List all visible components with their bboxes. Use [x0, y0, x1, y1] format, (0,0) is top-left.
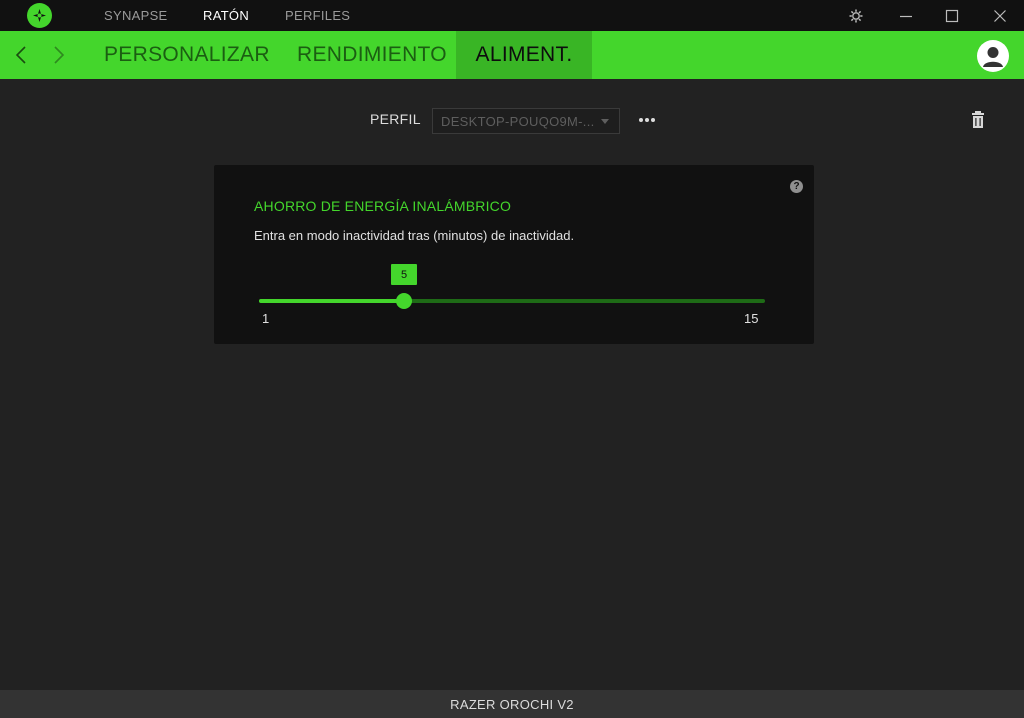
inactivity-slider[interactable]: 5	[259, 264, 765, 309]
forward-arrow-icon[interactable]	[47, 31, 71, 79]
razer-logo-icon[interactable]	[27, 3, 52, 28]
wireless-power-saving-card: ? AHORRO DE ENERGÍA INALÁMBRICO Entra en…	[214, 165, 814, 344]
profile-label: PERFIL	[370, 111, 421, 127]
user-avatar-icon[interactable]	[977, 40, 1009, 72]
profile-selected-value: DESKTOP-POUQO9M-...	[441, 113, 595, 129]
tab-aliment[interactable]: ALIMENT.	[456, 31, 592, 79]
nav-synapse[interactable]: SYNAPSE	[104, 0, 168, 31]
slider-max-label: 15	[744, 311, 759, 326]
card-title: AHORRO DE ENERGÍA INALÁMBRICO	[254, 198, 512, 214]
device-footer: RAZER OROCHI V2	[0, 690, 1024, 718]
slider-min-label: 1	[262, 311, 270, 326]
slider-handle[interactable]	[396, 293, 412, 309]
close-icon[interactable]	[980, 0, 1020, 31]
title-bar: SYNAPSE RATÓN PERFILES	[0, 0, 1024, 31]
trash-icon[interactable]	[970, 110, 986, 130]
profile-dropdown[interactable]: DESKTOP-POUQO9M-...	[432, 108, 620, 134]
slider-fill	[259, 299, 404, 303]
help-icon[interactable]: ?	[790, 180, 803, 193]
nav-perfiles[interactable]: PERFILES	[285, 0, 350, 31]
slider-value-tooltip: 5	[391, 264, 417, 285]
chevron-down-icon	[601, 119, 609, 124]
maximize-icon[interactable]	[932, 0, 972, 31]
nav-raton[interactable]: RATÓN	[203, 0, 249, 31]
card-description: Entra en modo inactividad tras (minutos)…	[254, 228, 575, 243]
minimize-icon[interactable]	[886, 0, 926, 31]
tab-rendimiento[interactable]: RENDIMIENTO	[297, 31, 447, 79]
back-arrow-icon[interactable]	[9, 31, 33, 79]
tab-bar: PERSONALIZAR RENDIMIENTO ALIMENT.	[0, 31, 1024, 79]
tab-personalizar[interactable]: PERSONALIZAR	[104, 31, 270, 79]
gear-icon[interactable]	[836, 0, 876, 31]
more-options-icon[interactable]	[636, 110, 658, 130]
